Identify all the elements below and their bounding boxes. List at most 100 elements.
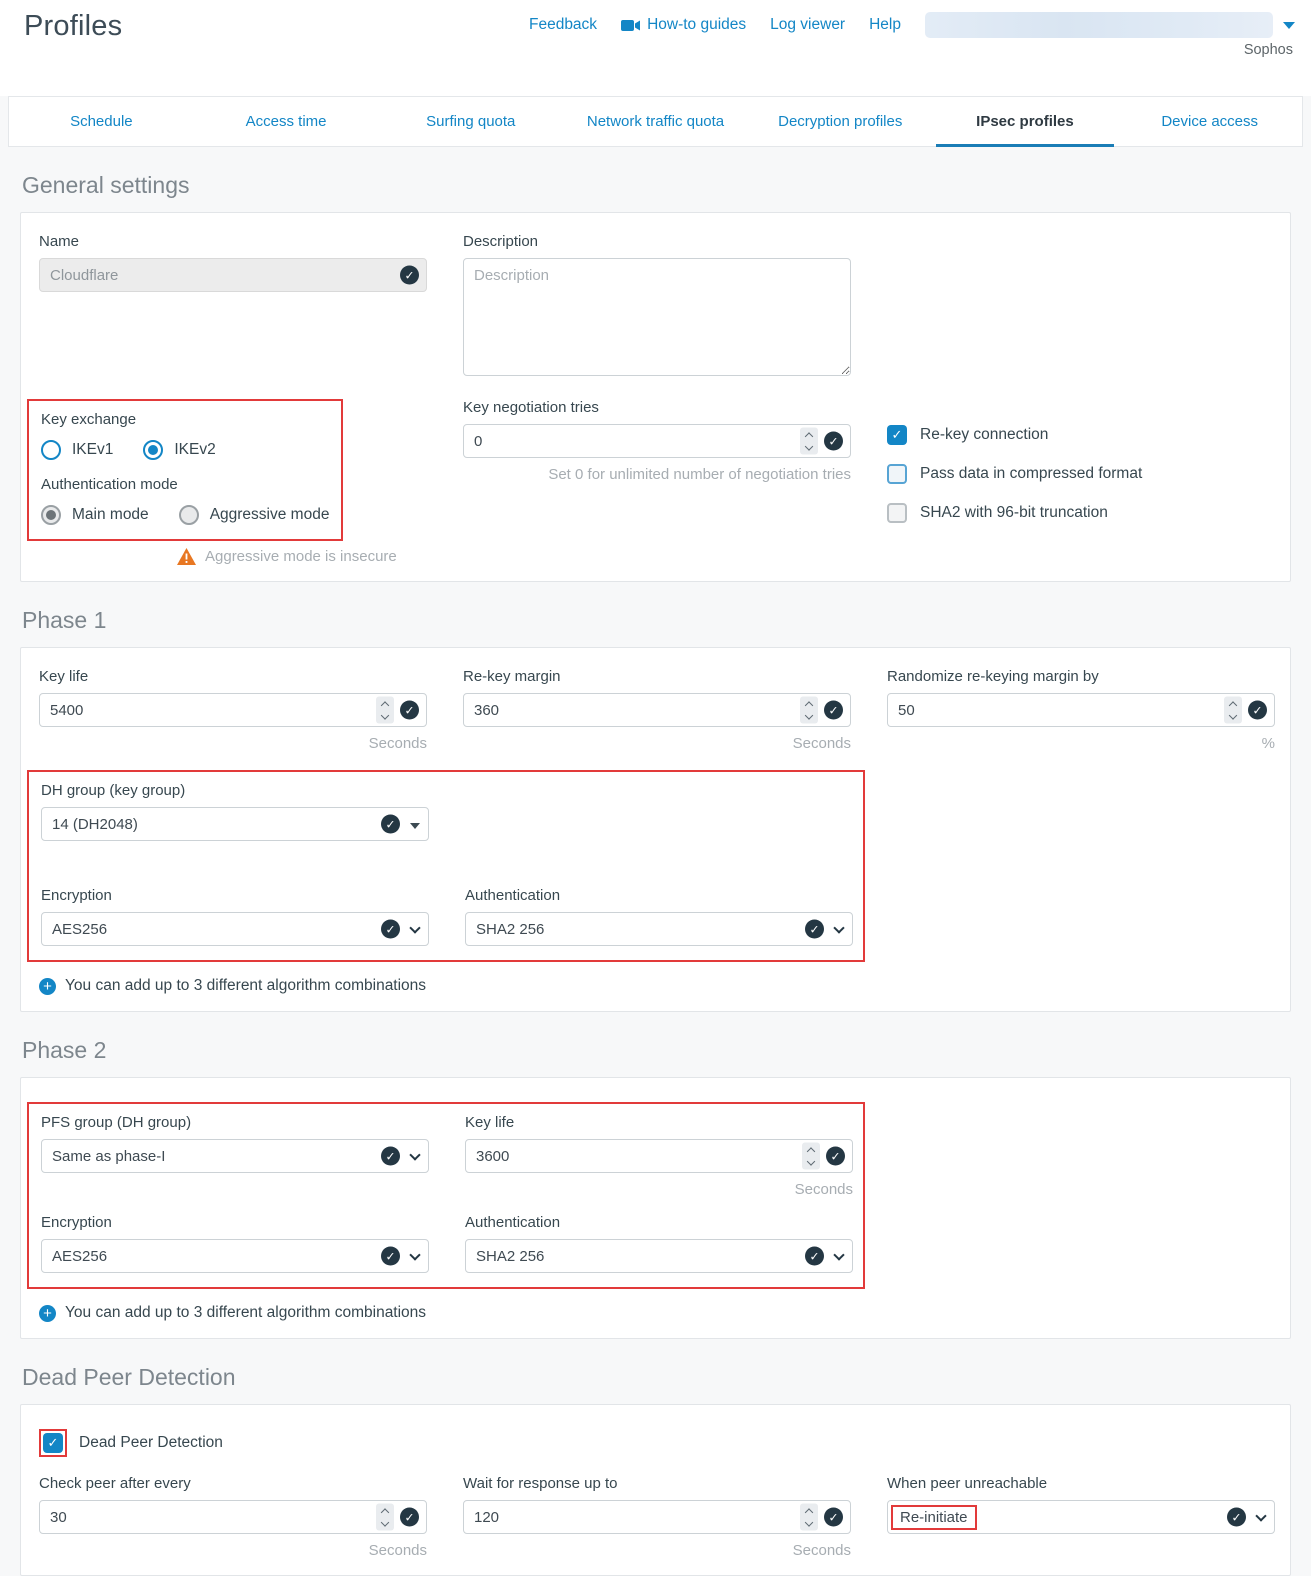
tab-device-access[interactable]: Device access bbox=[1117, 97, 1302, 146]
chevron-down-icon bbox=[409, 1149, 420, 1160]
log-viewer-link[interactable]: Log viewer bbox=[770, 16, 845, 34]
pfs-group-select[interactable]: Same as phase-I ✓ bbox=[41, 1139, 429, 1173]
feedback-label: Feedback bbox=[529, 16, 597, 34]
tab-decryption-profiles[interactable]: Decryption profiles bbox=[748, 97, 933, 146]
check-peer-input[interactable] bbox=[39, 1500, 427, 1534]
help-label: Help bbox=[869, 16, 901, 34]
tab-network-traffic-quota[interactable]: Network traffic quota bbox=[563, 97, 748, 146]
description-input[interactable] bbox=[463, 258, 851, 376]
sha2-truncation-checkbox[interactable]: SHA2 with 96-bit truncation bbox=[887, 503, 1275, 523]
radio-selected-icon bbox=[41, 505, 61, 525]
phase1-add-note-text: You can add up to 3 different algorithm … bbox=[65, 977, 426, 995]
warning-text: Aggressive mode is insecure bbox=[205, 548, 397, 565]
phase2-authentication-field: Authentication SHA2 256 ✓ bbox=[465, 1214, 853, 1273]
dh-group-label: DH group (key group) bbox=[41, 782, 429, 799]
tab-strip: Schedule Access time Surfing quota Netwo… bbox=[8, 96, 1303, 147]
phase2-key-life-input[interactable] bbox=[465, 1139, 853, 1173]
valid-check-icon: ✓ bbox=[826, 1147, 845, 1166]
tab-ipsec-profiles[interactable]: IPsec profiles bbox=[933, 97, 1118, 146]
negotiation-input[interactable] bbox=[463, 424, 851, 458]
encryption-label: Encryption bbox=[41, 887, 429, 904]
feedback-link[interactable]: Feedback bbox=[529, 16, 597, 34]
tab-schedule[interactable]: Schedule bbox=[9, 97, 194, 146]
valid-check-icon: ✓ bbox=[400, 266, 419, 285]
radio-ikev1-label: IKEv1 bbox=[72, 441, 113, 459]
peer-unreachable-select[interactable]: Re-initiate ✓ bbox=[887, 1500, 1275, 1534]
unit-label: Seconds bbox=[39, 1542, 427, 1559]
log-viewer-label: Log viewer bbox=[770, 16, 845, 34]
number-stepper[interactable] bbox=[802, 1143, 820, 1170]
number-stepper[interactable] bbox=[800, 697, 818, 724]
pfs-group-label: PFS group (DH group) bbox=[41, 1114, 429, 1131]
howto-guides-label: How-to guides bbox=[647, 16, 746, 34]
unit-label: Seconds bbox=[463, 735, 851, 752]
phase1-authentication-select[interactable]: SHA2 256 ✓ bbox=[465, 912, 853, 946]
page-header: Profiles Feedback How-to guides Log view… bbox=[0, 0, 1311, 96]
valid-check-icon: ✓ bbox=[400, 701, 419, 720]
valid-check-icon: ✓ bbox=[381, 920, 400, 939]
dh-group-field: DH group (key group) 14 (DH2048) ✓ bbox=[41, 782, 429, 841]
name-label: Name bbox=[39, 233, 427, 250]
phase1-encryption-select[interactable]: AES256 ✓ bbox=[41, 912, 429, 946]
phase2-authentication-select[interactable]: SHA2 256 ✓ bbox=[465, 1239, 853, 1273]
number-stepper[interactable] bbox=[376, 697, 394, 724]
phase1-key-life-input[interactable] bbox=[39, 693, 427, 727]
dpd-heading: Dead Peer Detection bbox=[22, 1364, 1291, 1391]
radio-main-mode-label: Main mode bbox=[72, 506, 149, 524]
phase1-key-life-group: Key life ✓ Seconds bbox=[39, 668, 427, 752]
chevron-down-icon bbox=[833, 922, 844, 933]
name-input[interactable] bbox=[39, 258, 427, 292]
randomize-input[interactable] bbox=[887, 693, 1275, 727]
dpd-enable-checkbox[interactable]: ✓ Dead Peer Detection bbox=[39, 1429, 1272, 1457]
encryption-value: AES256 bbox=[52, 1248, 107, 1265]
plus-icon: + bbox=[39, 1305, 56, 1322]
number-stepper[interactable] bbox=[1224, 697, 1242, 724]
phase2-add-combination[interactable]: + You can add up to 3 different algorith… bbox=[39, 1304, 1272, 1322]
radio-selected-icon bbox=[143, 440, 163, 460]
peer-unreachable-value-highlight: Re-initiate bbox=[891, 1505, 977, 1530]
radio-ikev2[interactable]: IKEv2 bbox=[143, 440, 215, 460]
general-options-column: ✓ Re-key connection Pass data in compres… bbox=[887, 399, 1275, 565]
compressed-format-label: Pass data in compressed format bbox=[920, 465, 1142, 483]
valid-check-icon: ✓ bbox=[824, 1508, 843, 1527]
valid-check-icon: ✓ bbox=[805, 1247, 824, 1266]
dpd-enable-label: Dead Peer Detection bbox=[79, 1434, 223, 1452]
dh-group-select[interactable]: 14 (DH2048) ✓ bbox=[41, 807, 429, 841]
description-field-group: Description bbox=[463, 233, 851, 381]
wait-response-input[interactable] bbox=[463, 1500, 851, 1534]
radio-main-mode[interactable]: Main mode bbox=[41, 505, 149, 525]
number-stepper[interactable] bbox=[376, 1504, 394, 1531]
number-stepper[interactable] bbox=[800, 1504, 818, 1531]
howto-guides-link[interactable]: How-to guides bbox=[621, 16, 746, 34]
help-link[interactable]: Help bbox=[869, 16, 901, 34]
number-stepper[interactable] bbox=[800, 428, 818, 455]
valid-check-icon: ✓ bbox=[824, 701, 843, 720]
description-label: Description bbox=[463, 233, 851, 250]
radio-ikev1[interactable]: IKEv1 bbox=[41, 440, 113, 460]
unit-label: Seconds bbox=[39, 735, 427, 752]
peer-unreachable-label: When peer unreachable bbox=[887, 1475, 1275, 1492]
peer-unreachable-group: When peer unreachable Re-initiate ✓ bbox=[887, 1475, 1275, 1559]
tab-access-time[interactable]: Access time bbox=[194, 97, 379, 146]
phase2-encryption-field: Encryption AES256 ✓ bbox=[41, 1214, 429, 1273]
chevron-down-icon bbox=[1283, 22, 1295, 29]
rekey-connection-checkbox[interactable]: ✓ Re-key connection bbox=[887, 425, 1275, 445]
phase1-add-combination[interactable]: + You can add up to 3 different algorith… bbox=[39, 977, 1272, 995]
account-menu[interactable] bbox=[925, 12, 1295, 38]
compressed-format-checkbox[interactable]: Pass data in compressed format bbox=[887, 464, 1275, 484]
tab-surfing-quota[interactable]: Surfing quota bbox=[378, 97, 563, 146]
valid-check-icon: ✓ bbox=[1248, 701, 1267, 720]
header-nav: Feedback How-to guides Log viewer Help bbox=[529, 12, 1295, 38]
rekey-margin-input[interactable] bbox=[463, 693, 851, 727]
video-icon bbox=[621, 19, 640, 32]
valid-check-icon: ✓ bbox=[381, 1147, 400, 1166]
randomize-label: Randomize re-keying margin by bbox=[887, 668, 1275, 685]
dropdown-triangle-icon bbox=[410, 823, 420, 829]
authentication-label: Authentication bbox=[465, 887, 853, 904]
radio-aggressive-mode[interactable]: Aggressive mode bbox=[179, 505, 330, 525]
negotiation-field-group: Key negotiation tries ✓ Set 0 for unlimi… bbox=[463, 399, 851, 565]
phase2-add-note-text: You can add up to 3 different algorithm … bbox=[65, 1304, 426, 1322]
rekey-margin-label: Re-key margin bbox=[463, 668, 851, 685]
phase2-encryption-select[interactable]: AES256 ✓ bbox=[41, 1239, 429, 1273]
dh-group-value: 14 (DH2048) bbox=[52, 816, 138, 833]
